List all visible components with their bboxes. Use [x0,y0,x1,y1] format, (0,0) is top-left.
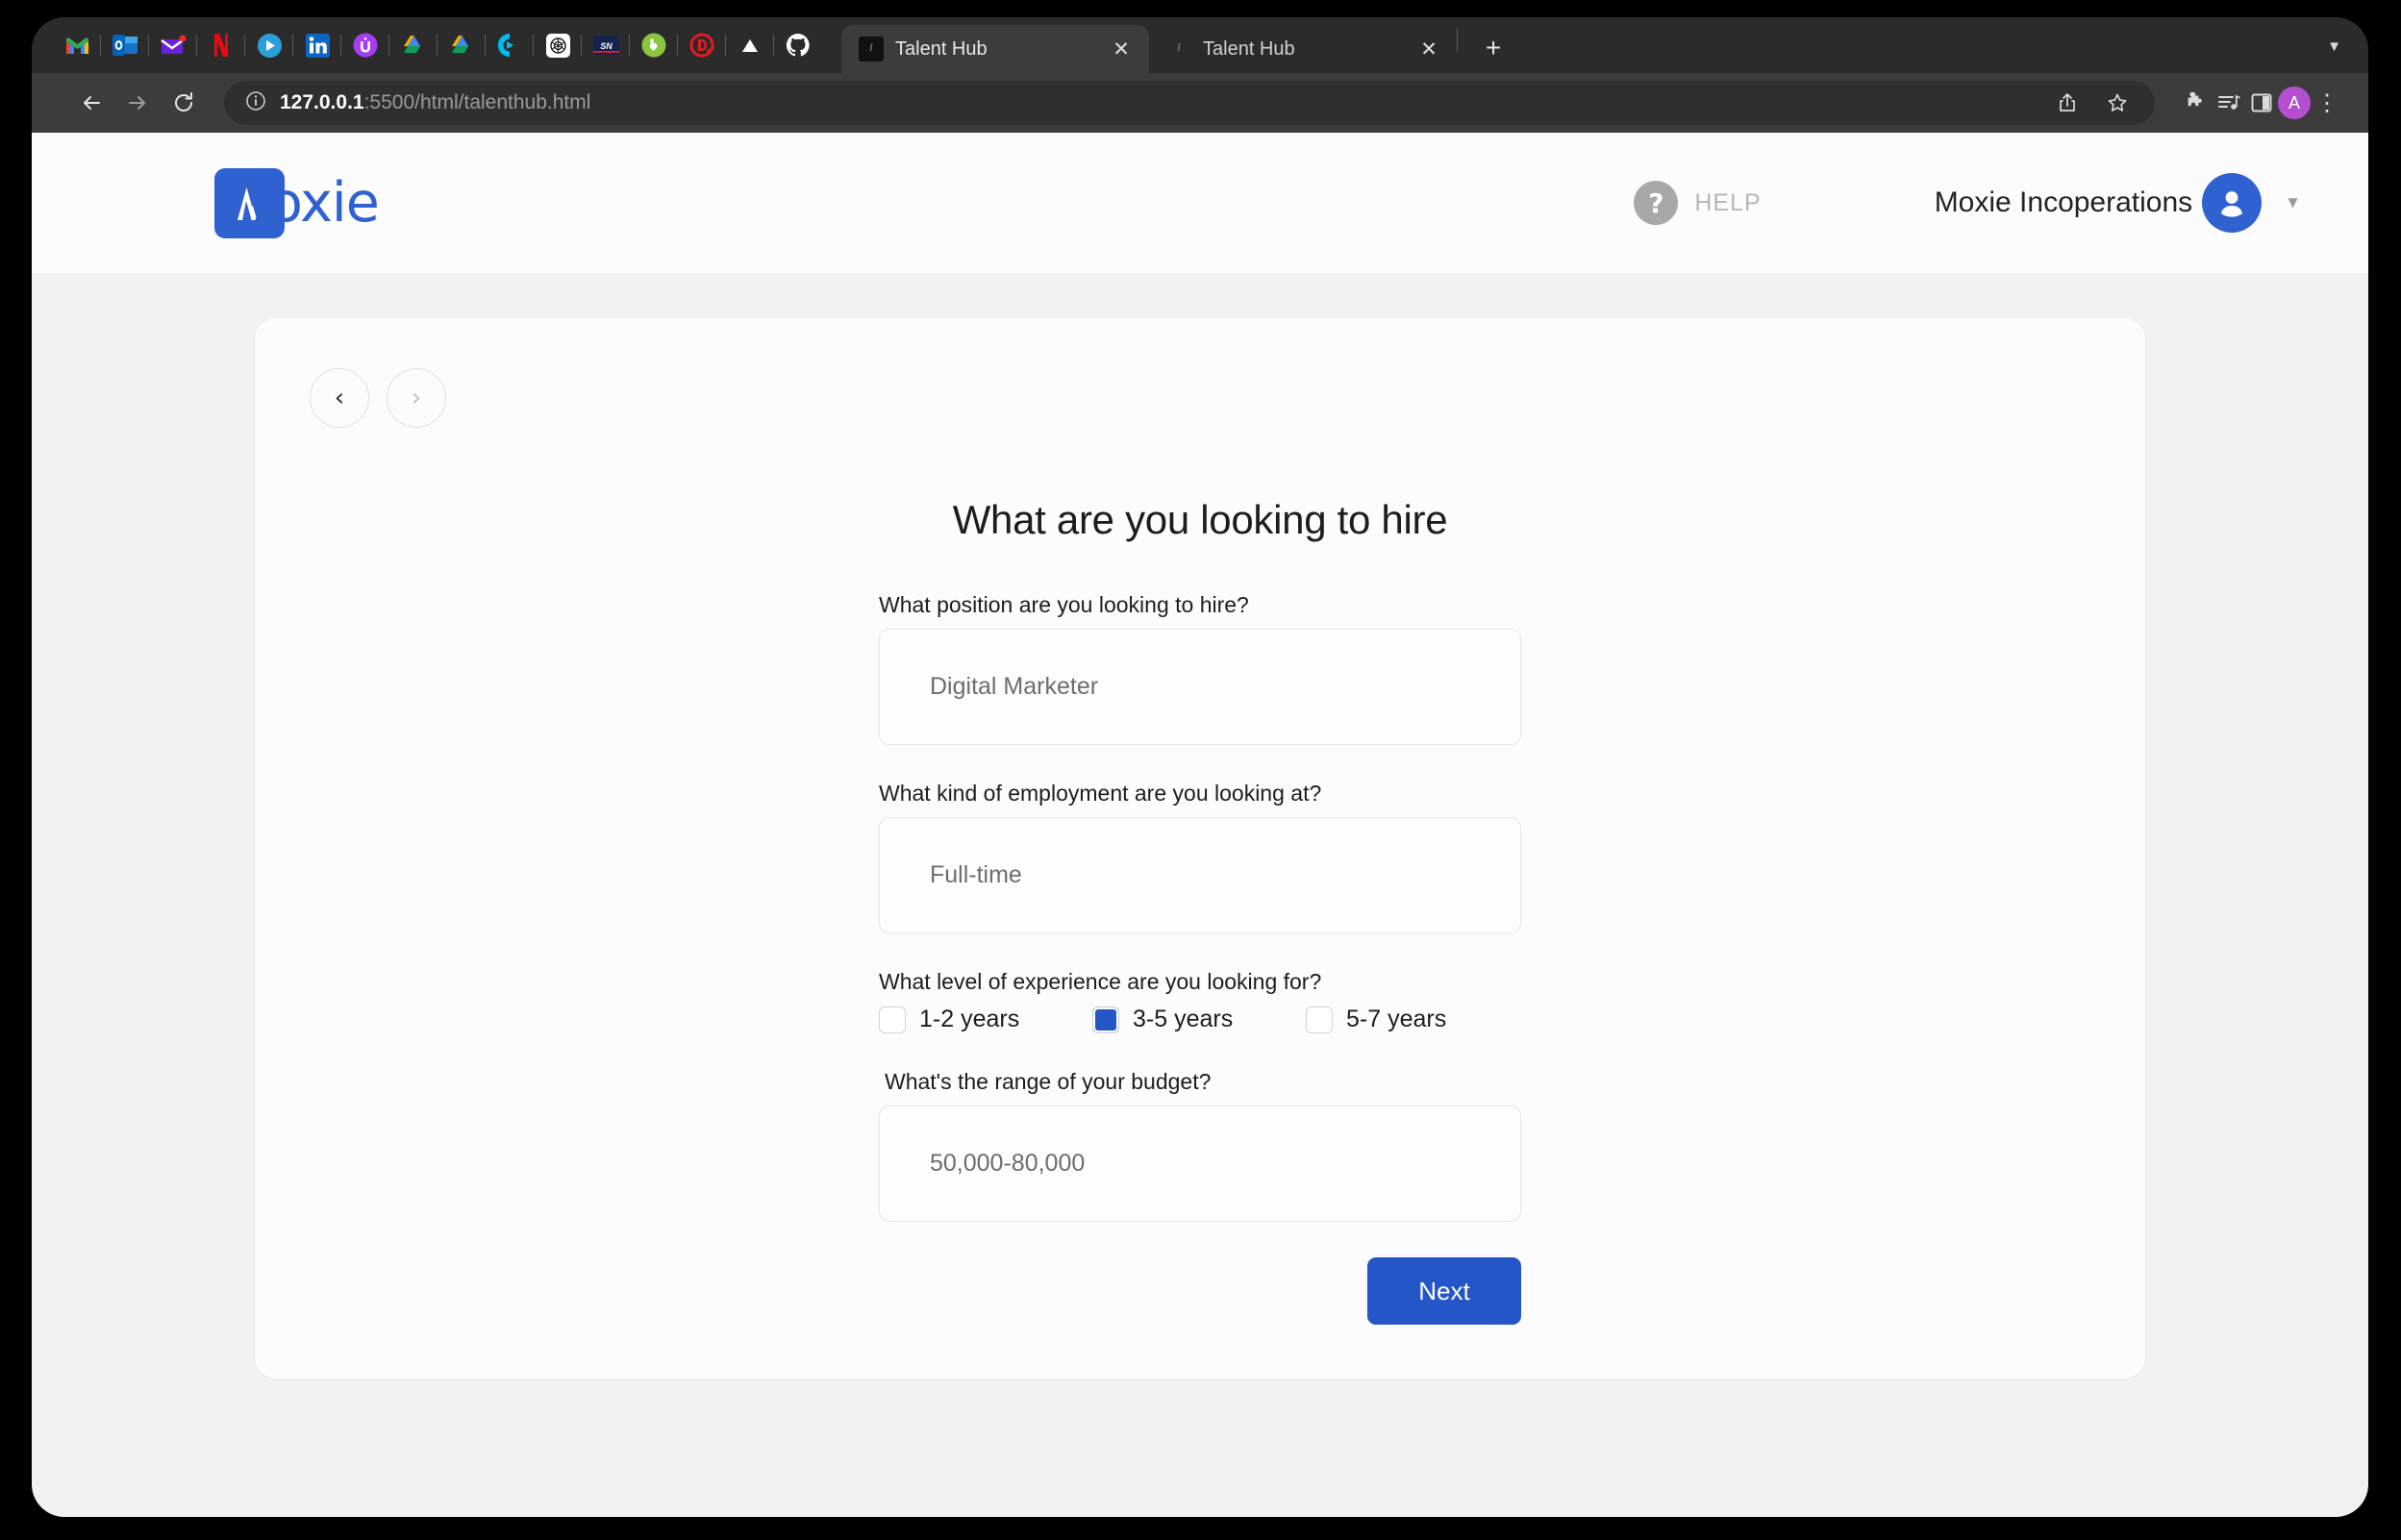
green-app-bookmark[interactable] [629,27,678,63]
tab-close-icon[interactable]: ✕ [1416,37,1441,62]
page-title: What are you looking to hire [952,497,1448,542]
experience-option-5-7-years[interactable]: 5-7 years [1306,1006,1519,1033]
tab-divider [1457,29,1458,52]
gmail-bookmark[interactable] [53,27,101,63]
linkedin-bookmark[interactable] [292,27,341,63]
checkbox-label: 5-7 years [1346,1006,1447,1032]
position-label: What position are you looking to hire? [879,592,1249,617]
experience-option-1-2-years[interactable]: 1-2 years [879,1006,1092,1033]
tab-talent-hub-1[interactable]: ᶴ Talent Hub ✕ [841,25,1149,73]
app-header: oxie ? HELP Moxie Incoperations ▼ [32,133,2368,273]
form-fields: What position are you looking to hire? D… [879,592,1521,1325]
experience-label: What level of experience are you looking… [879,969,1322,994]
tab-search-chevron-icon[interactable]: ▼ [2327,38,2341,55]
checkbox-label: 3-5 years [1133,1006,1234,1032]
position-value: Digital Marketer [930,673,1099,700]
tab-strip: ᶴ Talent Hub ✕ ᶴ Talent Hub ✕ + [841,17,1515,73]
page-body: ‹ › What are you looking to hire What po… [32,273,2368,1517]
mail-bookmark[interactable] [148,27,197,63]
hiring-form: What are you looking to hire What positi… [255,497,2145,1325]
sportsnet-bookmark[interactable]: SN [581,27,630,63]
employment-label: What kind of employment are you looking … [879,781,1322,806]
pager-next-button[interactable]: › [387,368,446,428]
form-actions: Next [879,1257,1521,1325]
bookmark-star-icon[interactable] [2101,87,2134,119]
c-app-bookmark[interactable] [485,27,534,63]
browser-window: SN ᶴ Talent Hub ✕ ᶴ Talent Hub ✕ + ▼ 127… [32,17,2368,1517]
budget-value: 50,000-80,000 [930,1150,1086,1177]
new-tab-button[interactable]: + [1471,26,1515,70]
forward-button[interactable] [114,80,161,126]
url-text: 127.0.0.1:5500/html/talenthub.html [280,91,590,114]
employment-input[interactable]: Full-time [879,817,1521,933]
account-menu[interactable]: Moxie Incoperations ▼ [1935,173,2301,233]
tab-title: Talent Hub [1203,37,1295,60]
svg-text:SN: SN [600,41,613,51]
tab-favicon: ᶴ [1177,41,1181,56]
chrome-menu-icon[interactable]: ⋮ [2311,87,2343,119]
play-bookmark[interactable] [244,27,293,63]
checkbox-label: 1-2 years [919,1006,1020,1032]
hiring-form-card: ‹ › What are you looking to hire What po… [255,318,2145,1379]
tab-title: Talent Hub [895,37,988,60]
org-name: Moxie Incoperations [1934,186,2193,218]
experience-checkbox-group: 1-2 years 3-5 years 5-7 years [879,1006,1521,1033]
vercel-bookmark[interactable] [725,27,774,63]
page-viewport: oxie ? HELP Moxie Incoperations ▼ ‹ › Wh… [32,133,2368,1517]
help-label: HELP [1694,188,1762,216]
u-app-bookmark[interactable] [340,27,389,63]
side-panel-icon[interactable] [2245,87,2278,119]
checkbox-icon[interactable] [1306,1006,1333,1033]
avatar [2202,173,2263,233]
help-button[interactable]: ? HELP [1634,181,1761,225]
pager-prev-button[interactable]: ‹ [310,368,369,428]
browser-profile-avatar[interactable]: A [2278,87,2311,119]
google-drive-bookmark[interactable] [388,27,438,63]
github-bookmark[interactable] [773,27,822,63]
d-app-bookmark[interactable] [677,27,726,63]
tab-favicon: ᶴ [859,37,884,62]
budget-label: What's the range of your budget? [885,1069,1212,1094]
extensions-icon[interactable] [2180,87,2213,119]
header-right: ? HELP Moxie Incoperations ▼ [1634,173,2301,233]
bookmark-bar: SN ᶴ Talent Hub ✕ ᶴ Talent Hub ✕ + ▼ [32,17,2368,73]
pager: ‹ › [310,368,446,428]
tab-talent-hub-2[interactable]: ᶴ Talent Hub ✕ [1149,25,1457,73]
position-input[interactable]: Digital Marketer [879,629,1521,745]
employment-value: Full-time [930,861,1022,888]
reload-button[interactable] [161,80,207,126]
openai-bookmark[interactable] [533,27,582,63]
tab-close-icon[interactable]: ✕ [1109,37,1134,62]
chevron-down-icon[interactable]: ▼ [2285,193,2301,212]
url-host: 127.0.0.1 [280,91,364,113]
google-drive-2-bookmark[interactable] [437,27,486,63]
next-button[interactable]: Next [1367,1257,1521,1325]
share-icon[interactable] [2051,87,2084,119]
moxie-logo[interactable]: oxie [214,167,380,238]
experience-option-3-5-years[interactable]: 3-5 years [1092,1006,1306,1033]
netflix-bookmark[interactable] [196,27,245,63]
media-control-icon[interactable] [2213,87,2245,119]
help-icon: ? [1634,181,1679,225]
url-path: :5500/html/talenthub.html [363,91,591,113]
outlook-bookmark[interactable] [100,27,149,63]
site-info-icon[interactable] [245,90,266,116]
address-bar[interactable]: 127.0.0.1:5500/html/talenthub.html [224,81,2155,125]
checkbox-icon-checked[interactable] [1092,1006,1119,1033]
browser-toolbar: 127.0.0.1:5500/html/talenthub.html A ⋮ [32,73,2368,133]
back-button[interactable] [68,80,114,126]
moxie-logo-mark [214,167,285,238]
moxie-logo-text: oxie [269,171,380,235]
checkbox-icon[interactable] [879,1006,906,1033]
budget-input[interactable]: 50,000-80,000 [879,1105,1521,1222]
